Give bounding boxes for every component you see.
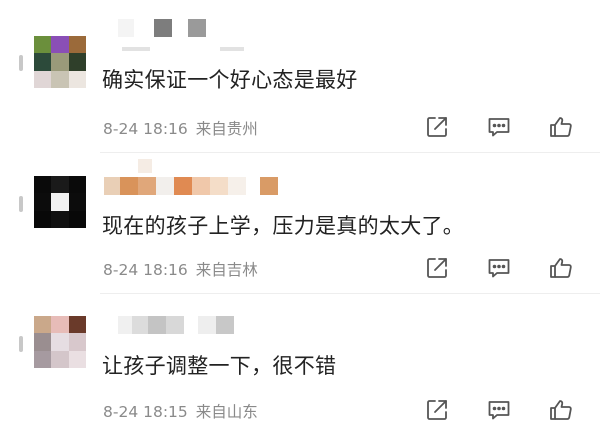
avatar[interactable] [34,176,86,228]
reply-button[interactable] [486,397,512,423]
comment-meta: 8-24 18:16 来自吉林 [103,258,258,280]
comment-date: 8-24 18:16 [103,261,188,279]
comment-meta: 8-24 18:15 来自山东 [103,400,258,422]
divider [100,152,600,153]
share-icon [427,400,447,420]
comment-icon [488,259,510,278]
comment-text: 现在的孩子上学，压力是真的太大了。 [102,214,465,238]
like-icon [550,117,572,137]
like-icon [550,400,572,420]
avatar[interactable] [34,316,86,368]
comment-actions [420,114,580,140]
username[interactable] [104,313,234,337]
comment-location: 来自贵州 [195,120,258,138]
reply-button[interactable] [486,255,512,281]
comment-icon [488,118,510,137]
username-underline [104,46,244,52]
reply-button[interactable] [486,114,512,140]
comment-actions [420,255,580,281]
comment-text: 让孩子调整一下，很不错 [102,354,337,378]
share-button[interactable] [424,114,450,140]
like-icon [550,258,572,278]
share-button[interactable] [424,397,450,423]
comment-meta: 8-24 18:16 来自贵州 [103,117,258,139]
comment-text: 确实保证一个好心态是最好 [102,68,358,92]
username[interactable] [104,16,206,40]
comment-date: 8-24 18:16 [103,120,188,138]
share-icon [427,117,447,137]
comment-location: 来自吉林 [195,261,258,279]
like-button[interactable] [548,255,574,281]
share-icon [427,258,447,278]
divider [100,293,600,294]
comment-icon [488,401,510,420]
share-button[interactable] [424,255,450,281]
comment-date: 8-24 18:15 [103,403,188,421]
comment-actions [420,397,580,423]
partial-avatar-edge [19,196,23,212]
partial-avatar-edge [19,336,23,352]
partial-avatar-edge [19,55,23,71]
like-button[interactable] [548,397,574,423]
comment-location: 来自山东 [195,403,258,421]
like-button[interactable] [548,114,574,140]
username[interactable] [104,174,278,198]
avatar[interactable] [34,36,86,88]
